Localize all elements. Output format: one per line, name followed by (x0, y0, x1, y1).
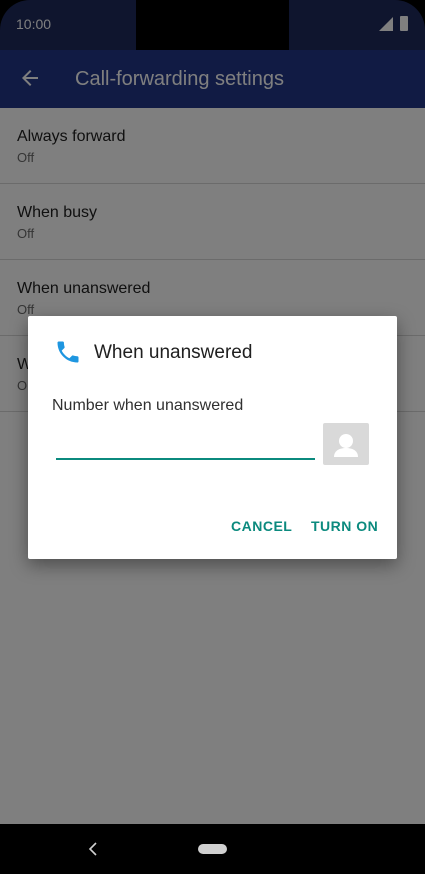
dialog-title: When unanswered (94, 342, 253, 363)
cancel-button[interactable]: CANCEL (231, 518, 292, 534)
nav-back-icon[interactable] (87, 840, 99, 858)
call-forward-dialog: When unanswered Number when unanswered C… (28, 316, 397, 559)
phone-icon (57, 341, 79, 363)
contact-picker-icon (334, 434, 358, 457)
phone-screen: 10:00 Call-forwarding settings Always fo… (0, 0, 425, 874)
turn-on-button[interactable]: TURN ON (311, 518, 378, 534)
number-field-label: Number when unanswered (52, 397, 244, 414)
contact-picker-button[interactable] (323, 423, 369, 465)
number-input[interactable] (56, 428, 315, 460)
nav-home-button[interactable] (198, 844, 227, 854)
navigation-bar (0, 824, 425, 874)
